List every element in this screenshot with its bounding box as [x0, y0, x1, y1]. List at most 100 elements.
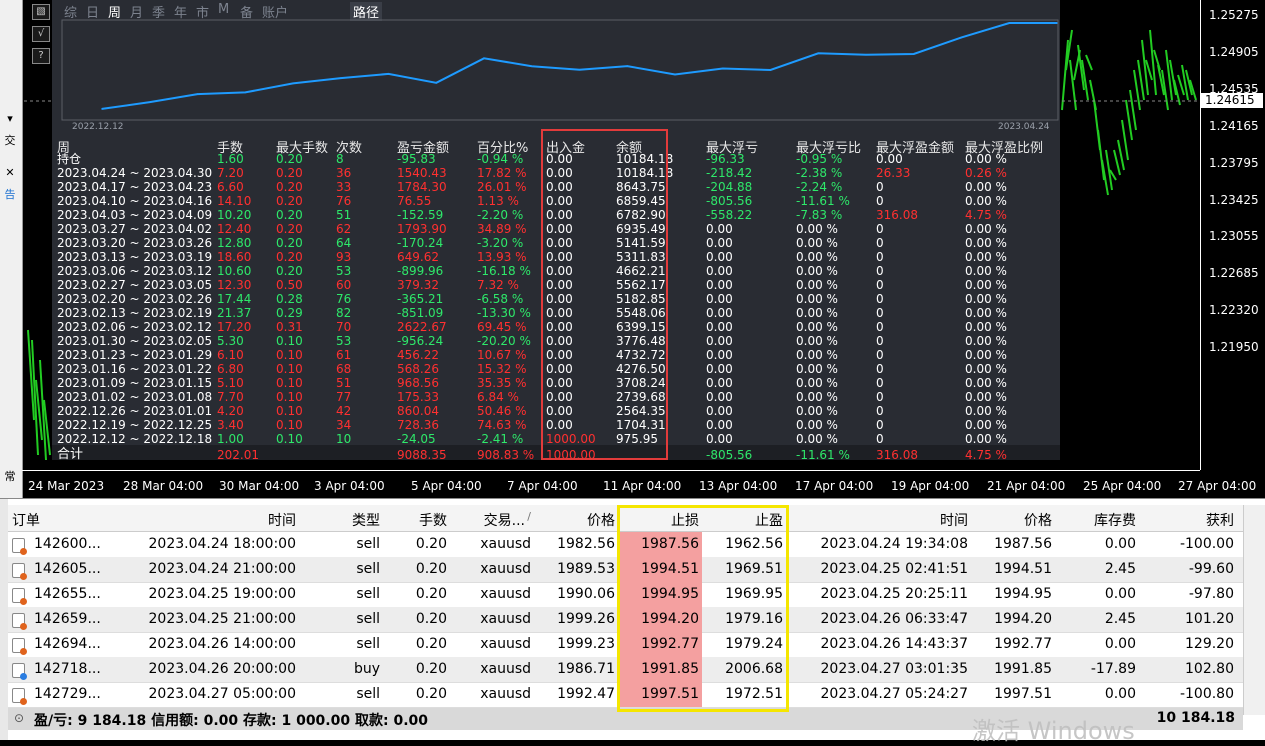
- cell-close-price: 1991.85: [994, 661, 1052, 677]
- report-cell: 0.00 %: [965, 236, 1007, 250]
- report-cell: -0.94 %: [477, 152, 524, 166]
- report-cell: 4.20: [217, 404, 244, 418]
- cell-close-price: 1992.77: [994, 636, 1052, 652]
- report-cell: 649.62: [397, 250, 439, 264]
- price-candle: [1069, 59, 1077, 111]
- cell-price: 1992.47: [557, 686, 615, 702]
- report-cell: -96.33: [706, 152, 745, 166]
- price-candle: [1133, 69, 1141, 111]
- report-cell: 0.00: [706, 390, 733, 404]
- report-cell: 0.00 %: [965, 432, 1007, 446]
- order-type-dot: [20, 698, 27, 705]
- cell-profit: 101.20: [1185, 611, 1234, 627]
- equity-point: [196, 93, 199, 95]
- report-cell: 0.20: [276, 264, 303, 278]
- report-cell: 1.60: [217, 152, 244, 166]
- report-cell: -16.18 %: [477, 264, 531, 278]
- report-cell: 34: [336, 418, 352, 432]
- report-cell: 0.10: [276, 334, 303, 348]
- price-tick-label: 1.25275: [1209, 8, 1259, 22]
- close-icon[interactable]: ✕: [1, 164, 19, 182]
- cell-price: 1989.53: [557, 561, 615, 577]
- report-cell: 1793.90: [397, 222, 447, 236]
- time-tick-label: 27 Apr 04:00: [1178, 479, 1257, 493]
- cell-id: 142659...: [34, 611, 101, 627]
- windows-watermark: 激活 Windows: [972, 717, 1135, 745]
- price-candle: [1085, 54, 1093, 71]
- sell-order-icon: [12, 563, 27, 580]
- current-price-label: 1.24615: [1200, 93, 1263, 108]
- cell-swap: 0.00: [1104, 536, 1136, 552]
- report-cell: 17.20: [217, 320, 252, 334]
- column-header[interactable]: 手数: [419, 510, 447, 530]
- report-row-period: 2023.02.06 ~ 2023.02.12: [57, 320, 213, 334]
- cell-symbol: xauusd: [480, 586, 531, 602]
- report-cell: 1784.30: [397, 180, 447, 194]
- cell-close-time: 2023.04.27 05:24:27: [820, 686, 969, 702]
- report-cell: 0: [876, 320, 884, 334]
- checkmark-icon[interactable]: √: [32, 26, 50, 42]
- report-cell: -13.30 %: [477, 306, 531, 320]
- report-cell: -2.20 %: [477, 208, 524, 222]
- cell-lots: 0.20: [415, 561, 447, 577]
- side-tab-label[interactable]: 告: [1, 186, 19, 204]
- report-cell: 36: [336, 166, 352, 180]
- report-cell: 51: [336, 376, 352, 390]
- report-cell: -24.05: [397, 432, 436, 446]
- equity-end-date: 2023.04.24: [998, 122, 1050, 132]
- column-header[interactable]: 订单: [12, 510, 40, 530]
- report-cell: 0.00: [876, 152, 903, 166]
- report-row-period: 2023.01.23 ~ 2023.01.29: [57, 348, 213, 362]
- price-tick-label: 1.23425: [1209, 192, 1259, 207]
- column-header[interactable]: 时间: [268, 510, 296, 530]
- help-icon[interactable]: ?: [32, 48, 50, 64]
- report-cell: 21.37: [217, 306, 252, 320]
- report-cell: 0.26 %: [965, 166, 1007, 180]
- side-tab-label[interactable]: 常: [1, 468, 19, 486]
- report-cell: 0.00 %: [796, 418, 838, 432]
- cell-id: 142718...: [34, 661, 101, 677]
- report-cell: 0.00: [706, 320, 733, 334]
- report-cell: 1.13 %: [477, 194, 519, 208]
- report-cell: 0.00 %: [965, 418, 1007, 432]
- column-header[interactable]: 交易...: [484, 510, 525, 530]
- side-tab-label[interactable]: 交: [1, 132, 19, 150]
- column-header[interactable]: 库存费: [1094, 510, 1136, 530]
- vertical-scrollbar[interactable]: [1243, 505, 1265, 715]
- cell-type: sell: [356, 536, 380, 552]
- column-header[interactable]: 价格: [587, 510, 615, 530]
- cell-profit: 102.80: [1185, 661, 1234, 677]
- report-row-period: 2023.03.20 ~ 2023.03.26: [57, 236, 213, 250]
- report-cell: 0.00: [706, 362, 733, 376]
- report-view-icon[interactable]: ▧: [32, 4, 50, 20]
- equity-point: [101, 108, 103, 110]
- cell-time: 2023.04.25 19:00:00: [148, 586, 297, 602]
- report-tab[interactable]: M: [218, 2, 229, 17]
- report-cell: -851.09: [397, 306, 444, 320]
- sell-order-icon: [12, 588, 27, 605]
- equity-point: [865, 53, 867, 56]
- report-cell: 4.75 %: [965, 208, 1007, 222]
- cell-symbol: xauusd: [480, 611, 531, 627]
- report-cell: 12.40: [217, 222, 252, 236]
- report-cell: 51: [336, 208, 352, 222]
- chart-area[interactable]: ▾ 交 ✕ 告 常 ▧ √ ? 综日周月季年市 M 备账户 路径 2022.12.1…: [0, 0, 1265, 498]
- report-cell: 0.00 %: [796, 292, 838, 306]
- report-cell: 0: [876, 432, 884, 446]
- report-cell: 76: [336, 194, 352, 208]
- cell-type: sell: [356, 611, 380, 627]
- scroll-arrow-icon[interactable]: ▾: [1, 110, 19, 128]
- column-header[interactable]: 类型: [352, 510, 380, 530]
- report-cell: 0.20: [276, 166, 303, 180]
- report-cell: 0.00 %: [796, 334, 838, 348]
- report-cell: 0.50: [276, 278, 303, 292]
- report-cell: 0: [876, 362, 884, 376]
- column-header[interactable]: 获利: [1206, 510, 1234, 530]
- weekly-report-panel: 综日周月季年市 M 备账户 路径 2022.12.12 2023.04.24 周手数…: [52, 0, 1060, 462]
- column-header[interactable]: 价格: [1024, 510, 1052, 530]
- report-cell: 0.00 %: [796, 432, 838, 446]
- report-cell: 0.00 %: [796, 348, 838, 362]
- column-header[interactable]: 时间: [940, 510, 968, 530]
- report-cell: -899.96: [397, 264, 444, 278]
- cell-type: buy: [353, 661, 380, 677]
